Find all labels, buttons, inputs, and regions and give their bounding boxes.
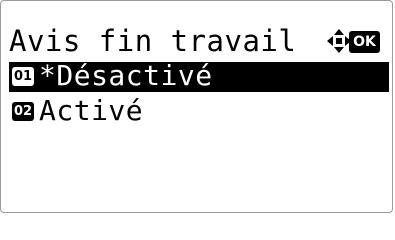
list-item-desactive[interactable]: 01 *Désactivé [9, 59, 389, 92]
item-number-badge: 01 [12, 67, 34, 86]
item-label: *Désactivé [39, 59, 213, 92]
lcd-screen: Avis fin travail OK 01 *Désactivé 02 Act… [0, 0, 393, 213]
page-title: Avis fin travail [9, 24, 297, 58]
item-label: Activé [39, 94, 144, 127]
ok-icon[interactable]: OK [349, 31, 380, 53]
list-item-active[interactable]: 02 Activé [9, 94, 389, 127]
item-number-badge: 02 [12, 102, 34, 121]
title-bar: Avis fin travail OK [7, 23, 387, 59]
